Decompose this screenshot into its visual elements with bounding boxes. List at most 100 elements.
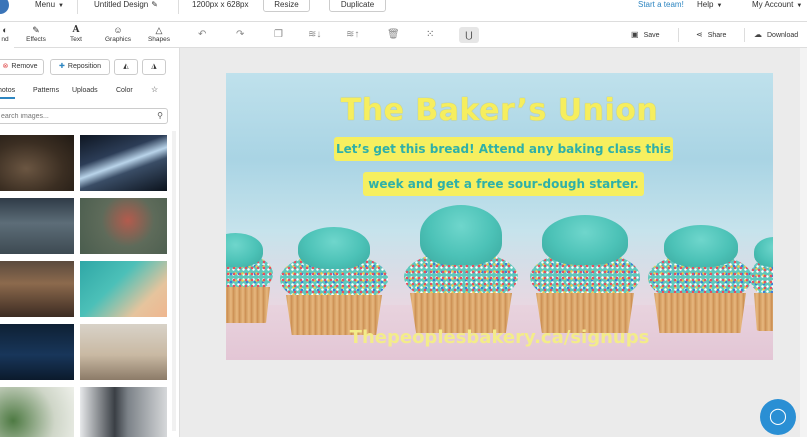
chevron-down-icon: ▼ [716,3,723,9]
canvas-subtitle-line2[interactable]: week and get a free sour-dough starter. [363,172,644,196]
resize-button[interactable]: Resize [263,0,310,12]
chat-button[interactable]: ◯ [760,399,796,435]
search-input[interactable] [0,109,147,123]
share-label: Share [707,32,727,39]
star-icon[interactable]: ☆ [151,85,158,94]
frosting [420,205,502,265]
chat-icon: ◯ [769,408,787,425]
download-icon: ☁ [754,30,762,39]
duplicate-button[interactable]: Duplicate [329,0,386,12]
help-dropdown[interactable]: Help ▼ [697,0,722,10]
tool-tabs: ◐ nd ✎ Effects A Text ☺ Graphics △ Shape… [0,22,180,48]
app-logo[interactable] [0,0,9,14]
cupcake-image [646,221,754,333]
design-canvas[interactable]: The Baker’s Union Let’s get this bread! … [226,73,773,360]
account-label: My Account [752,0,794,9]
account-dropdown[interactable]: My Account ▼ [752,0,802,10]
canvas-url-text[interactable]: Thepeoplesbakery.ca/signups [226,327,773,348]
tab-graphics[interactable]: ☺ Graphics [100,22,136,48]
send-backward-icon[interactable]: ≋↓ [308,29,321,41]
menu-dropdown[interactable]: Menu ▼ [35,0,64,10]
tab-background[interactable]: ◐ nd [0,22,14,48]
graphics-icon: ☺ [113,25,123,35]
panel-scrollbar[interactable] [172,131,176,431]
remove-button[interactable]: ⊗ Remove [0,59,44,75]
effects-icon: ✎ [32,25,40,35]
photo-thumbnail[interactable] [80,135,167,191]
text-icon: A [72,25,80,35]
photo-thumbnail[interactable] [80,387,167,437]
action-toolbar: ↶ ↷ ❐ ≋↓ ≋↑ 🗑 ⁙ ⋃ ▣ Save ⋖ Share ☁ Download [180,22,807,48]
design-title[interactable]: Untitled Design ✎ [94,0,158,10]
divider [77,0,78,14]
save-button[interactable]: ▣ Save [631,30,660,39]
tab-label: Shapes [147,36,171,43]
photo-thumbnail[interactable] [80,261,167,317]
flip-vertical-button[interactable]: ◮ [142,59,166,75]
photo-thumbnail[interactable] [80,198,167,254]
tab-text[interactable]: A Text [60,22,92,48]
photo-thumbnail[interactable] [0,387,74,437]
tab-label: Effects [26,36,46,43]
tab-label: Text [70,36,82,43]
search-icon[interactable]: ⚲ [157,111,163,120]
tab-photos[interactable]: hotos [0,87,16,99]
top-bar: Menu ▼ Untitled Design ✎ 1200px x 628px Re… [0,0,807,22]
divider [678,28,679,42]
cupcake-liner [754,293,773,331]
save-label: Save [643,32,660,39]
frosting [664,225,738,267]
photo-thumbnail[interactable] [0,261,74,317]
copy-icon[interactable]: ❐ [274,29,283,41]
tab-uploads[interactable]: Uploads [72,87,98,94]
pencil-icon[interactable]: ✎ [151,0,158,9]
divider [744,28,745,42]
tab-label: nd [1,36,9,43]
image-search: ⚲ [0,108,168,124]
trash-icon[interactable]: 🗑 [387,29,400,41]
share-button[interactable]: ⋖ Share [696,30,726,39]
remove-icon: ⊗ [2,63,9,70]
frosting [542,215,628,265]
help-label: Help [697,0,714,9]
left-panel: ⊗Remove ✚Reposition ◭ ◮ hotos Patterns U… [0,48,180,437]
design-title-text: Untitled Design [94,0,149,9]
download-button[interactable]: ☁ Download [754,30,798,39]
chevron-down-icon: ▼ [796,3,803,9]
background-icon: ◐ [2,25,8,35]
redo-icon[interactable]: ↷ [236,29,244,41]
tab-color[interactable]: Color [116,87,133,94]
cupcake-image [402,205,520,333]
magnet-icon[interactable]: ⋃ [459,27,479,43]
canvas-subtitle-line1[interactable]: Let’s get this bread! Attend any baking … [334,137,673,161]
image-source-tabs: hotos Patterns Uploads Color ☆ [0,82,170,100]
photo-thumbnail[interactable] [0,324,74,380]
cupcake-image [226,223,276,323]
reposition-button[interactable]: ✚ Reposition [50,59,110,75]
workspace-scrollbar[interactable] [800,48,807,437]
flip-vertical-icon: ◮ [151,63,157,70]
photo-thumbnail[interactable] [80,324,167,380]
frosting [298,227,370,269]
flip-horizontal-button[interactable]: ◭ [114,59,138,75]
cupcake-image [748,233,773,333]
undo-icon[interactable]: ↶ [198,29,206,41]
menu-label: Menu [35,0,56,9]
grid-icon[interactable]: ⁙ [426,29,434,41]
cupcake-image [528,213,642,333]
remove-label: Remove [11,63,38,70]
download-label: Download [767,32,799,39]
tab-patterns[interactable]: Patterns [33,87,59,94]
canvas-title[interactable]: The Baker’s Union [226,93,773,128]
tab-label: Graphics [104,36,131,43]
photo-thumbnail[interactable] [0,198,74,254]
start-team-link[interactable]: Start a team! [638,0,684,10]
bring-forward-icon[interactable]: ≋↑ [346,29,359,41]
tab-shapes[interactable]: △ Shapes [142,22,176,48]
tab-effects[interactable]: ✎ Effects [18,22,54,48]
canvas-dimensions: 1200px x 628px [192,0,249,9]
photo-thumbnail[interactable] [0,135,74,191]
plus-icon: ✚ [59,63,65,70]
shapes-icon: △ [155,25,163,35]
divider [178,0,179,14]
